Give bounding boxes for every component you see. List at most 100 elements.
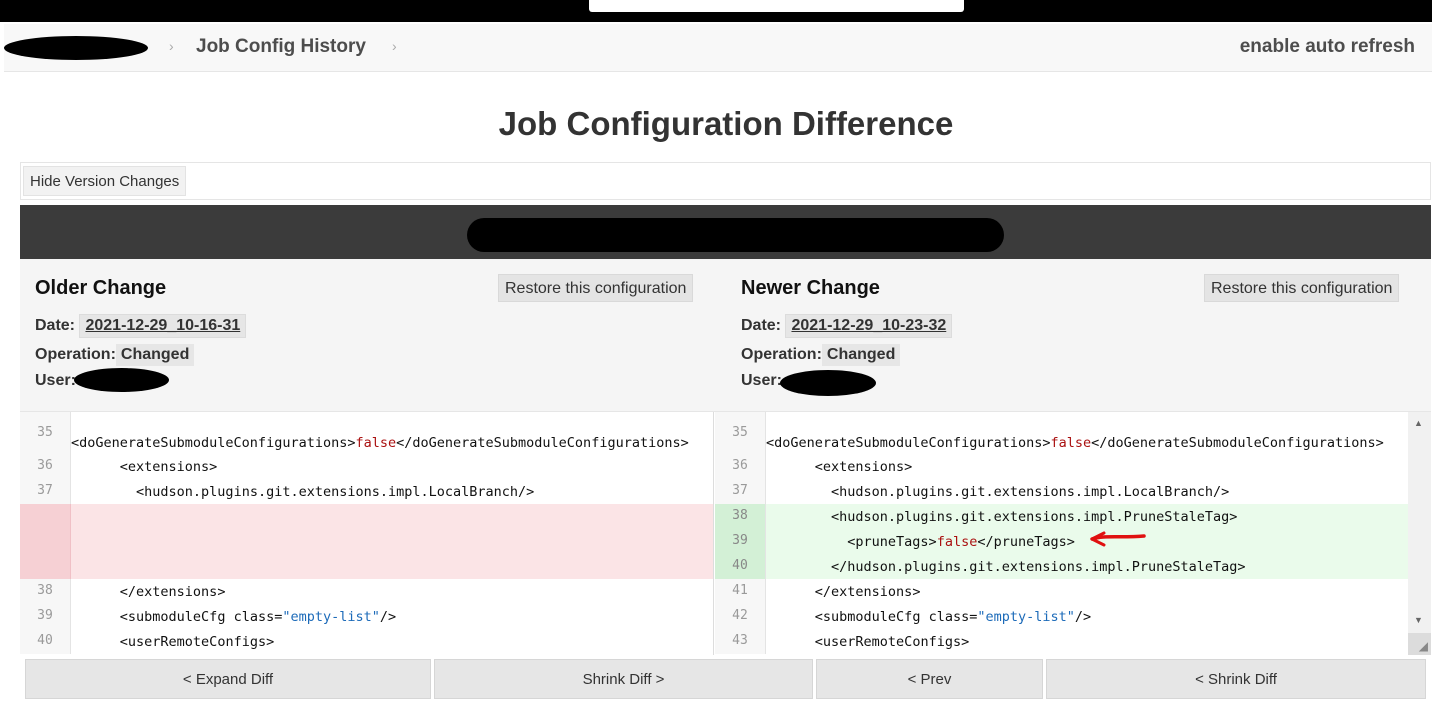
diff-scrollbar[interactable]: ▲ ▼ ◢ xyxy=(1408,412,1431,655)
code-line: </extensions> xyxy=(766,579,1408,604)
attribute-value: "empty-list" xyxy=(977,609,1075,625)
code-line xyxy=(71,504,713,529)
user-label: User: xyxy=(741,372,782,389)
older-date-link[interactable]: 2021-12-29_10-16-31 xyxy=(79,314,247,338)
diff-line-newer: 35 <doGenerateSubmoduleConfigurations>fal… xyxy=(715,412,1408,454)
newer-operation-row: Operation: Changed xyxy=(741,344,901,366)
redacted-newer-user[interactable] xyxy=(780,370,876,396)
breadcrumb-separator: › xyxy=(392,38,397,54)
xml-tag: <extensions> xyxy=(814,459,913,475)
diff-line-older: 35 <doGenerateSubmoduleConfigurations>fal… xyxy=(20,412,713,454)
xml-tag: </doGenerateSubmoduleConfigurations> xyxy=(396,435,689,451)
diff-line-newer: 40 </hudson.plugins.git.extensions.impl.… xyxy=(715,554,1408,579)
code-line: <doGenerateSubmoduleConfigurations>false… xyxy=(766,412,1408,454)
xml-tag: <doGenerateSubmoduleConfigurations> xyxy=(71,435,356,451)
code-line: </extensions> xyxy=(71,579,713,604)
operation-label: Operation: xyxy=(35,346,116,363)
job-name-header xyxy=(20,205,1431,259)
red-annotation-arrow-icon xyxy=(1090,531,1146,547)
diff-line-newer: 36 <extensions> xyxy=(715,454,1408,479)
diff-line-older xyxy=(20,529,713,554)
xml-tag: <submoduleCfg xyxy=(119,609,234,625)
line-number: 38 xyxy=(20,579,71,604)
line-number: 36 xyxy=(20,454,71,479)
xml-tag: <hudson.plugins.git.extensions.impl.Loca… xyxy=(136,484,535,500)
shrink-diff-back-button[interactable]: < Shrink Diff xyxy=(1046,659,1426,699)
scroll-down-arrow-icon[interactable]: ▼ xyxy=(1414,615,1423,625)
xml-tag: </doGenerateSubmoduleConfigurations> xyxy=(1091,435,1384,451)
xml-tag: </extensions> xyxy=(814,584,921,600)
xml-tag: </hudson.plugins.git.extensions.impl.Pru… xyxy=(831,559,1246,575)
xml-tag: class= xyxy=(928,609,978,625)
diff-line-newer: 41 </extensions> xyxy=(715,579,1408,604)
diff-pane-newer: 35 <doGenerateSubmoduleConfigurations>fal… xyxy=(715,412,1408,655)
expand-diff-button[interactable]: < Expand Diff xyxy=(25,659,431,699)
diff-pane-older: 35 <doGenerateSubmoduleConfigurations>fal… xyxy=(20,412,714,655)
search-box[interactable] xyxy=(589,0,964,12)
diff-line-newer: 43 <userRemoteConfigs> xyxy=(715,629,1408,654)
restore-newer-button[interactable]: Restore this configuration xyxy=(1204,274,1400,302)
xml-tag: <doGenerateSubmoduleConfigurations> xyxy=(766,435,1051,451)
breadcrumb-job-config-history[interactable]: Job Config History xyxy=(196,36,366,58)
line-number xyxy=(20,504,71,529)
diff-line-older: 37 <hudson.plugins.git.extensions.impl.L… xyxy=(20,479,713,504)
redacted-older-user[interactable] xyxy=(74,368,169,392)
older-operation-row: Operation: Changed xyxy=(35,344,195,366)
newer-change-column: Newer Change Restore this configuration … xyxy=(726,259,1421,411)
diff-line-older: 40 <userRemoteConfigs> xyxy=(20,629,713,654)
xml-tag: <hudson.plugins.git.extensions.impl.Loca… xyxy=(831,484,1230,500)
redacted-job-name[interactable] xyxy=(4,36,148,60)
hide-version-changes-button[interactable]: Hide Version Changes xyxy=(23,166,187,196)
line-number: 40 xyxy=(715,554,766,579)
line-number xyxy=(20,554,71,579)
xml-tag: <userRemoteConfigs> xyxy=(814,634,970,650)
code-line: <submoduleCfg class="empty-list"/> xyxy=(766,604,1408,629)
code-line: <hudson.plugins.git.extensions.impl.Loca… xyxy=(71,479,713,504)
diff-line-older xyxy=(20,504,713,529)
version-info-panel: Older Change Restore this configuration … xyxy=(20,259,1431,411)
line-number: 40 xyxy=(20,629,71,654)
code-line: <extensions> xyxy=(766,454,1408,479)
diff-line-newer: 39 <pruneTags>false</pruneTags> xyxy=(715,529,1408,554)
line-number: 41 xyxy=(715,579,766,604)
xml-tag: /> xyxy=(1074,609,1092,625)
line-number: 43 xyxy=(715,629,766,654)
shrink-diff-forward-button[interactable]: Shrink Diff > xyxy=(434,659,813,699)
code-line: <hudson.plugins.git.extensions.impl.Loca… xyxy=(766,479,1408,504)
code-line: </hudson.plugins.git.extensions.impl.Pru… xyxy=(766,554,1408,579)
diff-line-newer: 42 <submoduleCfg class="empty-list"/> xyxy=(715,604,1408,629)
diff-line-older: 38 </extensions> xyxy=(20,579,713,604)
xml-value: false xyxy=(355,435,397,451)
version-changes-toggle-bar: Hide Version Changes xyxy=(20,162,1431,200)
enable-auto-refresh-link[interactable]: enable auto refresh xyxy=(1240,36,1415,58)
scroll-up-arrow-icon[interactable]: ▲ xyxy=(1414,418,1423,428)
xml-tag: <hudson.plugins.git.extensions.impl.Prun… xyxy=(831,509,1238,525)
xml-value: false xyxy=(936,534,978,550)
newer-operation-value: Changed xyxy=(821,344,901,366)
older-operation-value: Changed xyxy=(115,344,195,366)
line-number: 35 xyxy=(715,412,766,454)
restore-older-button[interactable]: Restore this configuration xyxy=(498,274,694,302)
line-number: 38 xyxy=(715,504,766,529)
code-line: <submoduleCfg class="empty-list"/> xyxy=(71,604,713,629)
line-number xyxy=(20,529,71,554)
line-number: 35 xyxy=(20,412,71,454)
prev-button[interactable]: < Prev xyxy=(816,659,1043,699)
date-label: Date: xyxy=(741,317,782,334)
resize-grip-icon[interactable]: ◢ xyxy=(1419,639,1428,653)
breadcrumb-separator: › xyxy=(169,38,174,54)
xml-tag: <pruneTags> xyxy=(847,534,937,550)
scrollbar-corner: ◢ xyxy=(1408,633,1431,655)
newer-date-link[interactable]: 2021-12-29_10-23-32 xyxy=(785,314,953,338)
diff-navigation-bar: < Expand Diff Shrink Diff > < Prev < Shr… xyxy=(20,655,1431,703)
xml-value: false xyxy=(1050,435,1092,451)
older-change-heading: Older Change xyxy=(35,277,167,299)
older-user-row: User: xyxy=(35,372,76,390)
date-label: Date: xyxy=(35,317,76,334)
user-label: User: xyxy=(35,372,76,389)
line-number: 37 xyxy=(715,479,766,504)
xml-tag: </extensions> xyxy=(119,584,226,600)
operation-label: Operation: xyxy=(741,346,822,363)
redacted-job-title xyxy=(467,218,1004,252)
xml-tag: </pruneTags> xyxy=(977,534,1075,550)
